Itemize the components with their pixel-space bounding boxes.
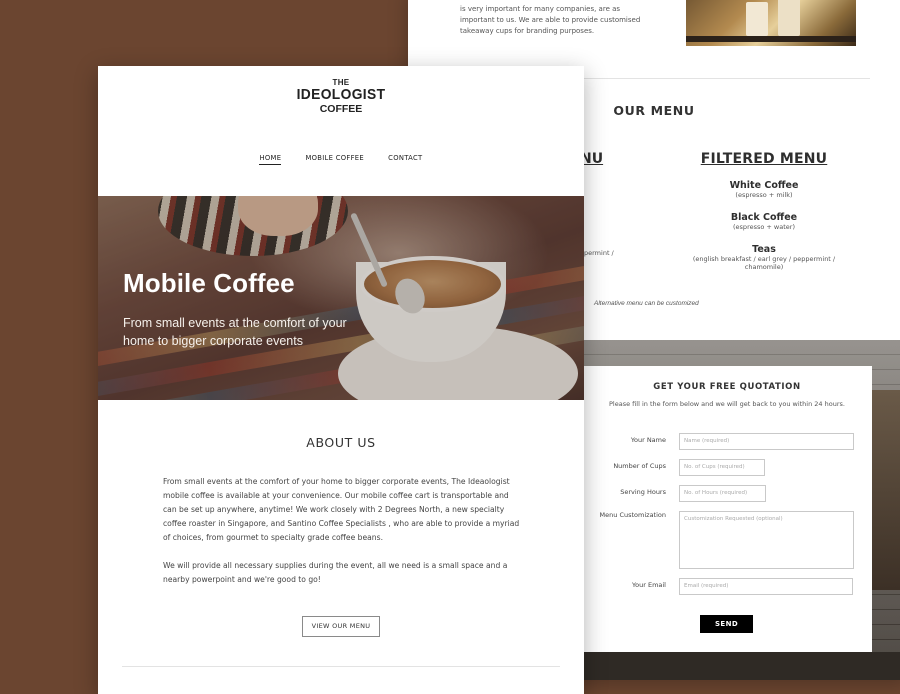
menu-item-desc: (espresso + water) xyxy=(733,223,795,231)
quotation-form: GET YOUR FREE QUOTATION Please fill in t… xyxy=(584,366,872,652)
hero-banner: Mobile Coffee From small events at the c… xyxy=(98,196,584,400)
menu-item: Teas (english breakfast / earl grey / pe… xyxy=(692,244,836,271)
hours-label: Serving Hours xyxy=(620,488,666,496)
nav-home[interactable]: HOME xyxy=(259,154,282,165)
menu-item-desc: (espresso + milk) xyxy=(735,191,793,199)
nav-contact[interactable]: CONTACT xyxy=(388,154,422,162)
name-label: Your Name xyxy=(630,436,666,444)
front-page: THE IDEOLOGIST COFFEE HOME MOBILE COFFEE… xyxy=(98,66,584,694)
filtered-menu: FILTERED MENU White Coffee (espresso + m… xyxy=(692,151,836,271)
intro-paragraph: is very important for many companies, ar… xyxy=(460,5,641,35)
photo-ledge xyxy=(686,36,856,42)
hero-subtitle: From small events at the comfort of your… xyxy=(123,316,347,348)
takeaway-cup xyxy=(778,0,800,36)
menu-item-desc: (english breakfast / earl grey / pepperm… xyxy=(692,255,836,271)
alternative-menu-note: Alternative menu can be customized xyxy=(594,300,699,307)
name-field[interactable]: Name (required) xyxy=(679,433,854,450)
hero-title: Mobile Coffee xyxy=(123,268,295,298)
cups-label: Number of Cups xyxy=(613,462,666,470)
customization-textarea[interactable]: Customization Requested (optional) xyxy=(679,511,854,569)
about-paragraph: From small events at the comfort of your… xyxy=(163,477,520,542)
menu-item: White Coffee (espresso + milk) xyxy=(692,180,836,199)
espresso-menu-item-peek: permint / xyxy=(584,249,614,257)
coffee-cups-photo xyxy=(686,0,856,46)
email-field[interactable]: Email (required) xyxy=(679,578,853,595)
customization-label: Menu Customization xyxy=(599,511,666,519)
menu-section-title: OUR MENU xyxy=(613,103,695,118)
send-button[interactable]: SEND xyxy=(700,615,753,633)
menu-item-name: Black Coffee xyxy=(730,212,798,223)
cafe-counter xyxy=(578,652,900,680)
email-label: Your Email xyxy=(632,581,666,589)
view-menu-button[interactable]: VIEW OUR MENU xyxy=(302,616,380,637)
section-divider xyxy=(122,666,560,667)
about-title: ABOUT US xyxy=(306,435,376,450)
main-nav: HOME MOBILE COFFEE CONTACT xyxy=(98,154,584,165)
about-paragraph: We will provide all necessary supplies d… xyxy=(163,561,508,584)
logo-line-coffee: COFFEE xyxy=(319,103,363,115)
site-logo[interactable]: THE IDEOLOGIST COFFEE xyxy=(98,78,584,115)
menu-item-name: White Coffee xyxy=(729,180,799,191)
logo-line-ideologist: IDEOLOGIST xyxy=(296,86,386,103)
nav-mobile-coffee[interactable]: MOBILE COFFEE xyxy=(305,154,364,162)
menu-item: Black Coffee (espresso + water) xyxy=(692,212,836,231)
cups-field[interactable]: No. of Cups (required) xyxy=(679,459,765,476)
cafe-shelf xyxy=(872,390,900,590)
hours-field[interactable]: No. of Hours (required) xyxy=(679,485,766,502)
form-title: GET YOUR FREE QUOTATION xyxy=(653,382,801,392)
takeaway-cup xyxy=(746,2,768,36)
menu-item-name: Teas xyxy=(752,244,776,255)
filtered-menu-heading: FILTERED MENU xyxy=(700,151,828,167)
form-subtitle: Please fill in the form below and we wil… xyxy=(609,400,845,408)
